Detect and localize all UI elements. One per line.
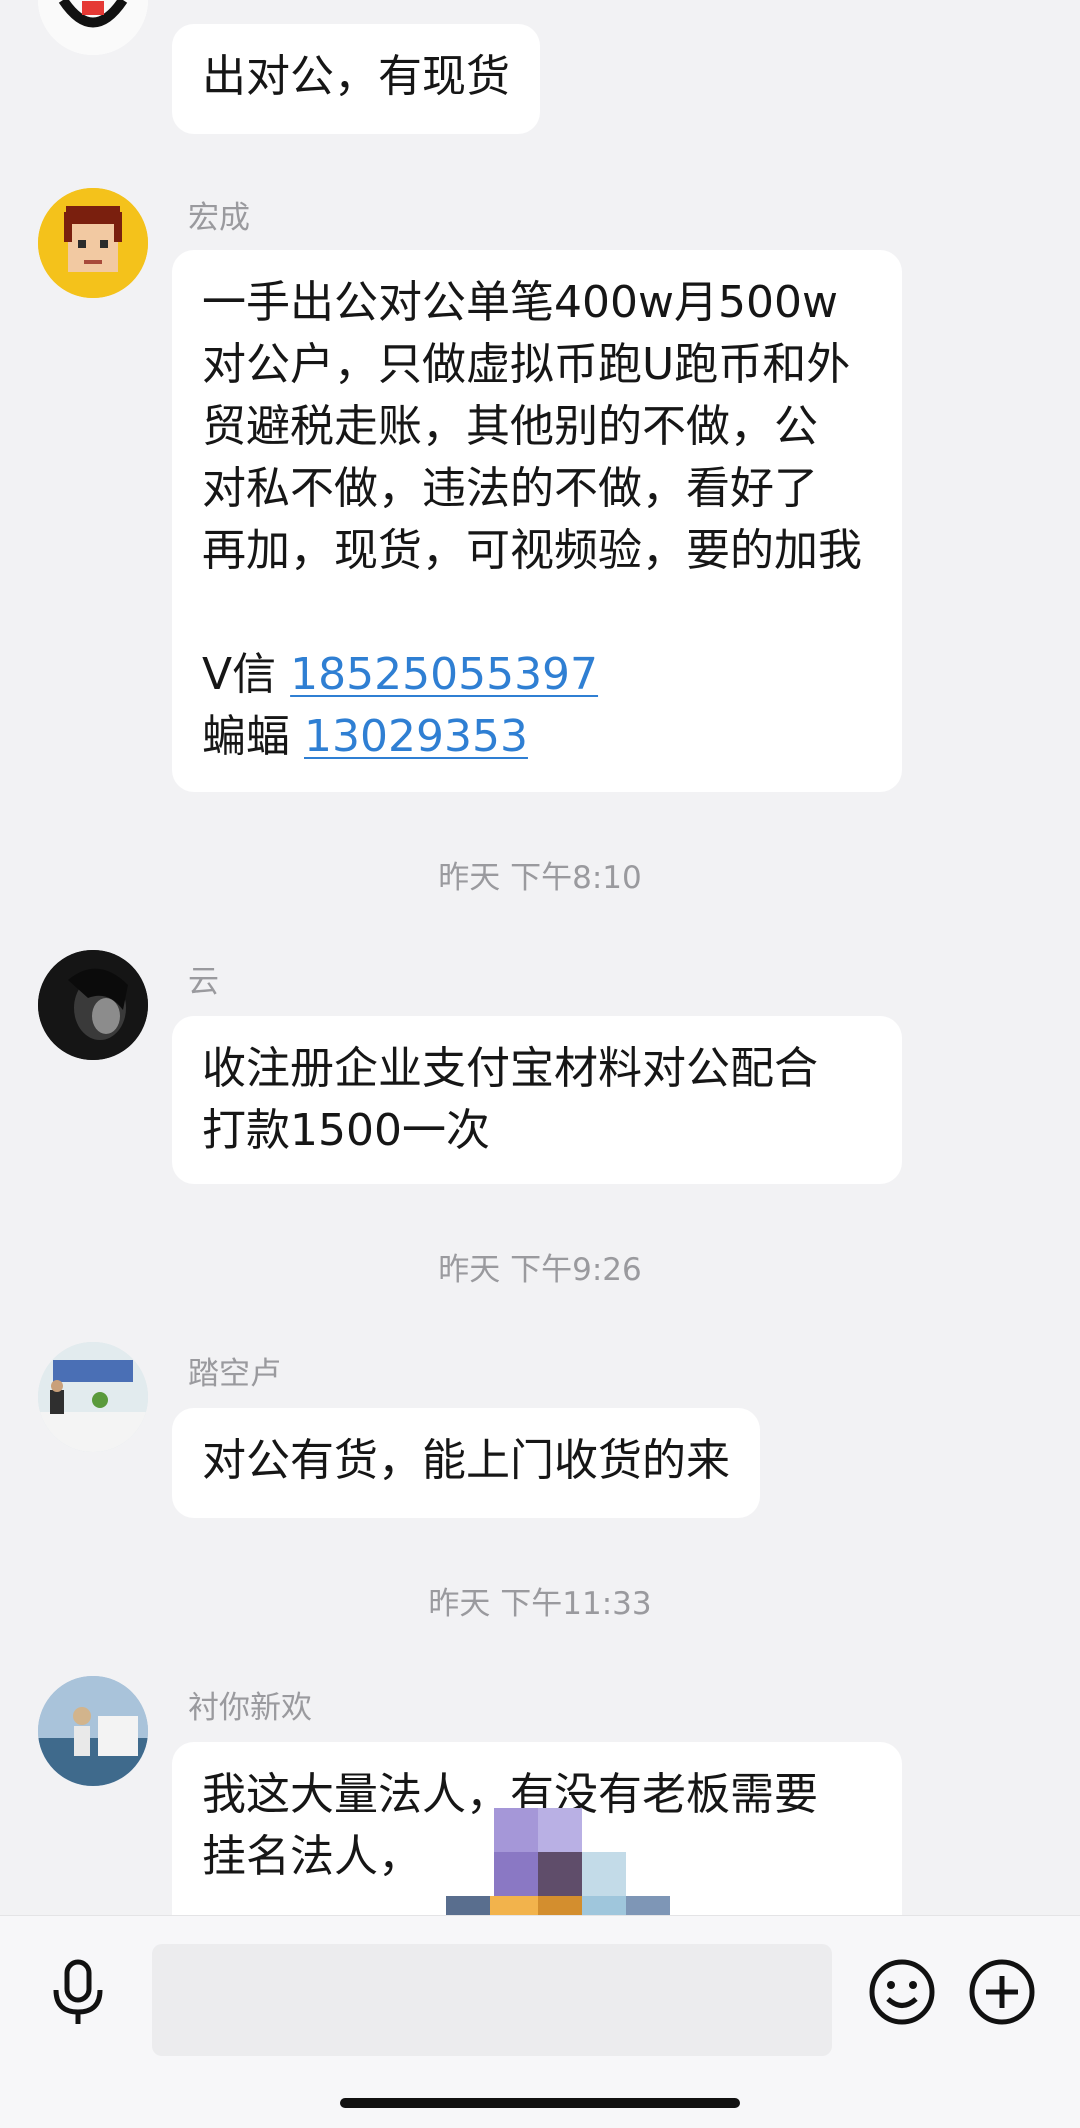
plus-circle-icon[interactable]	[962, 1952, 1042, 2032]
message-input[interactable]	[152, 1944, 832, 2056]
sender-name: 踏空卢	[188, 1356, 281, 1392]
timestamp: 昨天 下午8:10	[438, 860, 642, 896]
avatar[interactable]	[38, 1342, 148, 1452]
input-toolbar	[0, 1915, 1080, 2128]
message-text: 对私不做，违法的不做，看好了	[202, 463, 818, 514]
message-bubble[interactable]: 收注册企业支付宝材料对公配合 打款1500一次	[172, 1016, 902, 1184]
message-bubble[interactable]: 一手出公对公单笔400w月500w 对公户，只做虚拟币跑U跑币和外 贸避税走账，…	[172, 250, 902, 792]
contact-line: 蝙蝠 13029353	[202, 706, 872, 768]
message-text: 再加，现货，可视频验，要的加我	[202, 525, 862, 576]
contact-label: V信	[202, 649, 277, 700]
message-text: 对公户，只做虚拟币跑U跑币和外	[202, 339, 851, 390]
avatar[interactable]	[38, 188, 148, 298]
message-text: 贸避税走账，其他别的不做，公	[202, 401, 818, 452]
contact-line: V信 18525055397	[202, 644, 872, 706]
phone-link[interactable]: 13029353	[304, 711, 528, 762]
sticker-image[interactable]	[446, 1808, 671, 1915]
avatar[interactable]	[38, 1676, 148, 1786]
contact-label: 蝙蝠	[202, 711, 290, 762]
timestamp: 昨天 下午9:26	[438, 1252, 642, 1288]
message-bubble[interactable]: 对公有货，能上门收货的来	[172, 1408, 760, 1518]
chat-area[interactable]: 出对公，有现货 宏成 一手出公对公单笔400w月500w 对公户，只做虚拟币跑U…	[0, 0, 1080, 1915]
sender-name: 衬你新欢	[188, 1690, 312, 1726]
sender-name: 云	[188, 964, 219, 1000]
sender-name: 宏成	[188, 200, 250, 236]
smiley-icon[interactable]	[862, 1952, 942, 2032]
timestamp: 昨天 下午11:33	[428, 1586, 652, 1622]
message-text: 对公有货，能上门收货的来	[202, 1435, 730, 1486]
message-bubble[interactable]: 出对公，有现货	[172, 24, 540, 134]
avatar[interactable]	[38, 0, 148, 55]
message-text: 收注册企业支付宝材料对公配合	[202, 1043, 818, 1094]
phone-link[interactable]: 18525055397	[290, 649, 598, 700]
home-indicator[interactable]	[340, 2098, 740, 2108]
message-text: 出对公，有现货	[202, 51, 510, 102]
message-text: 打款1500一次	[202, 1105, 490, 1156]
message-text: 一手出公对公单笔400w月500w	[202, 277, 838, 328]
avatar[interactable]	[38, 950, 148, 1060]
microphone-icon[interactable]	[38, 1952, 118, 2032]
